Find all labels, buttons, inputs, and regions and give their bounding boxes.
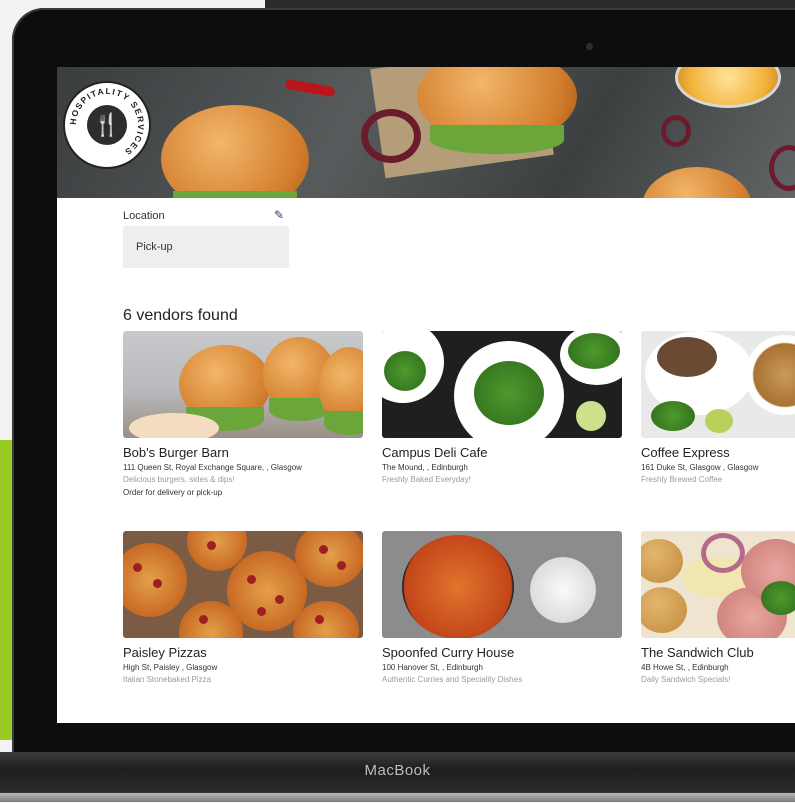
lime-image (705, 409, 733, 433)
coffee-cup-image (745, 335, 795, 415)
burger-image (161, 105, 309, 198)
vendor-card[interactable]: Bob's Burger Barn 111 Queen St, Royal Ex… (123, 331, 363, 497)
vendor-address: 100 Hanover St, , Edinburgh (382, 663, 483, 672)
salad-image (568, 333, 620, 369)
vendor-card[interactable]: Campus Deli Cafe The Mound, , Edinburgh … (382, 331, 622, 484)
hero-banner: HOSPITALITY SERVICES 🍴 (57, 67, 795, 198)
vendor-image[interactable] (123, 331, 363, 438)
vendor-address: The Mound, , Edinburgh (382, 463, 468, 472)
vendor-address: High St, Paisley , Glasgow (123, 663, 218, 672)
pencil-icon[interactable]: ✎ (274, 208, 284, 222)
vendor-name[interactable]: Bob's Burger Barn (123, 445, 363, 460)
juice-glass-image (675, 67, 781, 108)
location-selector[interactable]: Pick-up (123, 226, 289, 268)
vendor-description: Freshly Baked Everyday! (382, 475, 471, 484)
vendor-image[interactable] (641, 331, 795, 438)
bread-roll-image (641, 539, 683, 583)
bread-roll-image (641, 587, 687, 633)
vendor-order-note: Order for delivery or pick-up (123, 488, 223, 497)
vendor-address: 4B Howe St, , Edinburgh (641, 663, 729, 672)
webcam (586, 43, 593, 50)
vendor-image[interactable] (382, 331, 622, 438)
vendor-image[interactable] (382, 531, 622, 638)
curry-dish-image (402, 535, 514, 638)
vendor-name[interactable]: Coffee Express (641, 445, 795, 460)
vendors-count-heading: 6 vendors found (123, 307, 238, 324)
vendor-image[interactable] (641, 531, 795, 638)
vendor-name[interactable]: The Sandwich Club (641, 645, 795, 660)
vendor-description: Daily Sandwich Specials! (641, 675, 731, 684)
vendor-address: 111 Queen St, Royal Exchange Square, , G… (123, 463, 302, 472)
cutlery-icon: 🍴 (87, 105, 127, 145)
vendor-address: 161 Duke St, Glasgow , Glasgow (641, 463, 759, 472)
pizza-image (123, 543, 187, 617)
salad-image (384, 351, 426, 391)
leaf-image (651, 401, 695, 431)
cake-image (657, 337, 717, 377)
app-screen: HOSPITALITY SERVICES 🍴 Location ✎ Pick-u… (57, 67, 795, 723)
lime-image (576, 401, 606, 431)
rice-bowl-image (530, 557, 596, 623)
location-label: Location (123, 210, 165, 222)
vendor-card[interactable]: Spoonfed Curry House 100 Hanover St, , E… (382, 531, 622, 684)
background-top-band (265, 0, 795, 8)
vendor-card[interactable]: The Sandwich Club 4B Howe St, , Edinburg… (641, 531, 795, 684)
burger-image (642, 167, 752, 198)
salad-image (474, 361, 544, 425)
herb-image (761, 581, 795, 615)
laptop-base (0, 793, 795, 802)
vendor-name[interactable]: Paisley Pizzas (123, 645, 363, 660)
vendor-card[interactable]: Coffee Express 161 Duke St, Glasgow , Gl… (641, 331, 795, 484)
vendor-description: Delicious burgers, sides & dips! (123, 475, 235, 484)
hospitality-services-logo[interactable]: HOSPITALITY SERVICES 🍴 (63, 81, 151, 169)
vendor-image[interactable] (123, 531, 363, 638)
vendor-name[interactable]: Spoonfed Curry House (382, 645, 622, 660)
onion-ring-image (661, 115, 691, 147)
macbook-label: MacBook (364, 762, 431, 779)
vendor-description: Freshly Brewed Coffee (641, 475, 723, 484)
burger-image (179, 345, 271, 431)
vendor-description: Italian Stonebaked Pizza (123, 675, 212, 684)
chili-pepper-image (284, 78, 336, 98)
vendor-description: Authentic Curries and Speciality Dishes (382, 675, 523, 684)
vendor-name[interactable]: Campus Deli Cafe (382, 445, 622, 460)
dip-bowl-image (129, 413, 219, 438)
burger-image (417, 67, 577, 154)
onion-ring-image (361, 109, 421, 163)
onion-ring-image (701, 533, 745, 573)
onion-ring-image (769, 145, 795, 191)
laptop-chin: MacBook (0, 752, 795, 802)
vendor-card[interactable]: Paisley Pizzas High St, Paisley , Glasgo… (123, 531, 363, 684)
